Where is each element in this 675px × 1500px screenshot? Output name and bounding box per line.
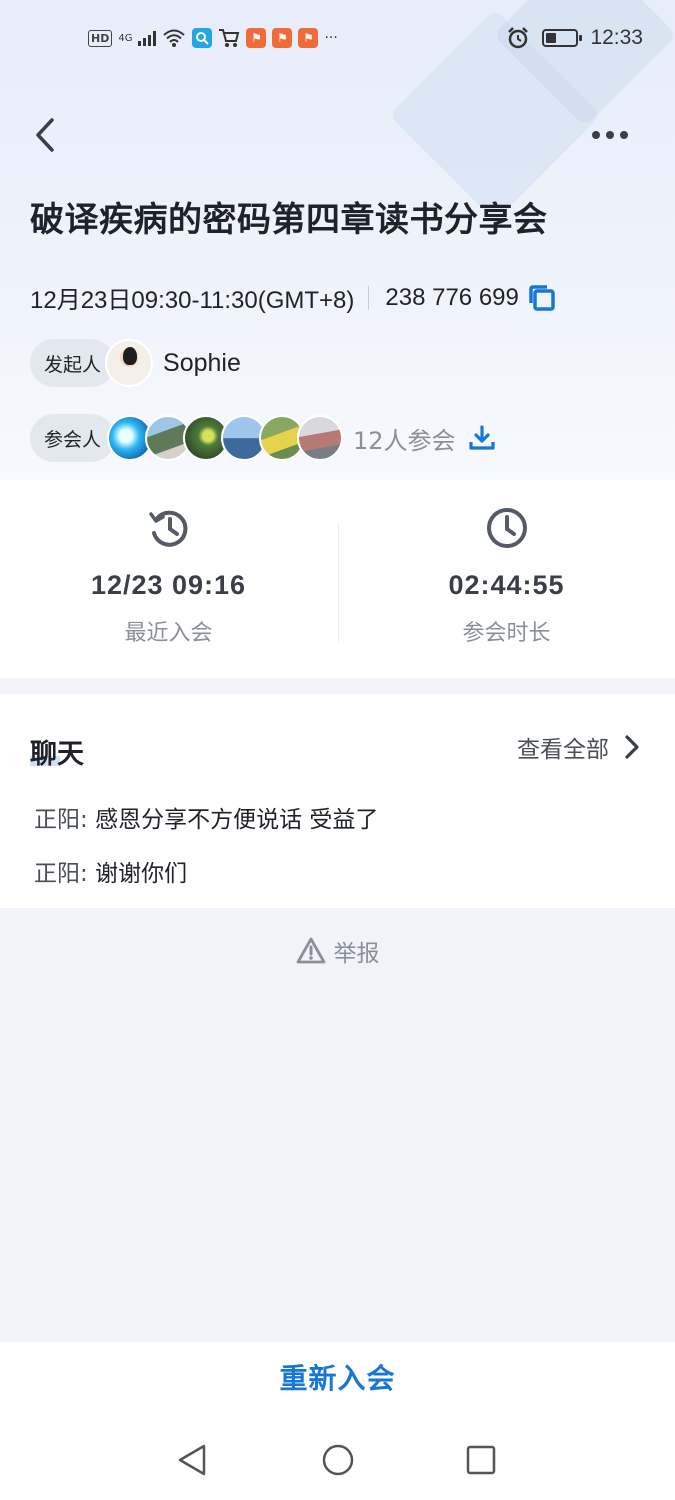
meeting-id: 238 776 699 xyxy=(385,283,519,311)
app-notification-icon: ⚑ xyxy=(298,28,319,48)
meeting-stats-card: 12/23 09:16 最近入会 02:44:55 参会时长 xyxy=(0,480,675,678)
battery-icon xyxy=(542,29,583,47)
warning-icon xyxy=(296,937,325,964)
chat-message-text: 感恩分享不方便说话 受益了 xyxy=(95,807,379,833)
cart-icon xyxy=(219,29,240,47)
app-notification-icon: ⚑ xyxy=(272,28,293,48)
meeting-info-row: 12月23日09:30-11:30(GMT+8) 238 776 699 xyxy=(30,280,557,315)
chevron-right-icon xyxy=(625,735,639,759)
status-bar-left: HD 4G ⚑ ⚑ ⚑ ··· xyxy=(88,28,338,48)
chat-section: 聊天 查看全部 正阳: 感恩分享不方便说话 受益了 正阳: 谢谢你们 xyxy=(0,694,675,908)
nav-back-icon[interactable] xyxy=(174,1442,210,1478)
wifi-icon xyxy=(163,29,186,47)
meeting-time-range: 12月23日09:30-11:30(GMT+8) xyxy=(30,287,355,314)
more-options-button[interactable] xyxy=(588,118,632,152)
chat-message-sender: 正阳: xyxy=(34,861,88,887)
system-navigation-bar xyxy=(0,1412,675,1500)
divider xyxy=(368,285,370,310)
attendee-count: 12人参会 xyxy=(353,426,456,455)
signal-icon xyxy=(138,30,157,46)
last-join-value: 12/23 09:16 xyxy=(90,570,247,600)
meeting-title: 破译疾病的密码第四章读书分享会 xyxy=(30,200,548,240)
report-label: 举报 xyxy=(333,941,380,967)
nav-recent-apps-icon[interactable] xyxy=(463,1442,499,1478)
status-time: 12:33 xyxy=(590,26,643,49)
report-button[interactable]: 举报 xyxy=(0,934,675,968)
avatar[interactable] xyxy=(105,339,154,387)
avatar xyxy=(297,415,344,461)
copy-icon[interactable] xyxy=(527,283,557,313)
chat-message-text: 谢谢你们 xyxy=(95,861,188,887)
initiator-row: 发起人 Sophie xyxy=(30,339,241,387)
app-notification-icon: ⚑ xyxy=(246,28,267,48)
duration-stat: 02:44:55 参会时长 xyxy=(338,480,675,678)
network-type-label: 4G xyxy=(118,32,133,44)
download-icon[interactable] xyxy=(468,424,496,452)
view-all-label: 查看全部 xyxy=(517,737,609,763)
duration-label: 参会时长 xyxy=(462,621,551,646)
view-all-chat-button[interactable]: 查看全部 xyxy=(517,730,643,764)
search-app-icon xyxy=(192,28,213,48)
hd-badge: HD xyxy=(88,29,113,47)
back-button[interactable] xyxy=(30,114,70,158)
last-join-label: 最近入会 xyxy=(124,621,213,646)
last-join-stat: 12/23 09:16 最近入会 xyxy=(0,480,337,678)
alarm-icon xyxy=(508,27,529,49)
attendees-row[interactable]: 参会人 12人参会 xyxy=(30,414,496,462)
attendees-label: 参会人 xyxy=(30,414,116,462)
clock-icon xyxy=(486,508,527,548)
chat-message-sender: 正阳: xyxy=(34,807,88,833)
attendee-avatars[interactable] xyxy=(107,415,344,461)
duration-value: 02:44:55 xyxy=(448,570,565,600)
chat-message: 正阳: 感恩分享不方便说话 受益了 xyxy=(34,800,378,834)
initiator-label: 发起人 xyxy=(30,339,116,387)
nav-home-icon[interactable] xyxy=(320,1442,356,1478)
chat-title: 聊天 xyxy=(30,739,84,770)
chat-message: 正阳: 谢谢你们 xyxy=(34,854,187,888)
initiator-name: Sophie xyxy=(163,348,241,377)
more-notifications-indicator: ··· xyxy=(324,30,338,46)
status-bar: HD 4G ⚑ ⚑ ⚑ ··· 12:33 xyxy=(0,0,675,82)
status-bar-right: 12:33 xyxy=(506,26,643,50)
rejoin-button[interactable]: 重新入会 xyxy=(279,1357,395,1397)
history-icon xyxy=(148,510,187,547)
rejoin-bar: 重新入会 xyxy=(0,1342,675,1412)
